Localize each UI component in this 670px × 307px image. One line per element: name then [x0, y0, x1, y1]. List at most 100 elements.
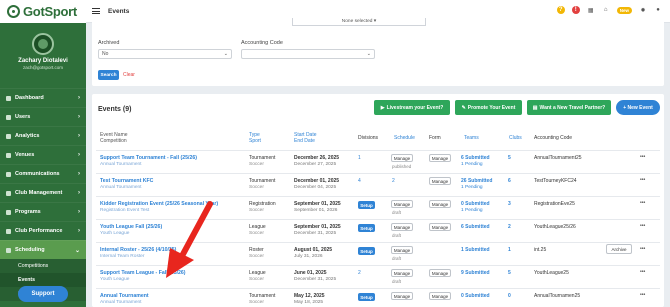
form-manage-button[interactable]: Manage [429, 223, 451, 231]
divisions-link[interactable]: 4 [358, 178, 361, 184]
teams-submitted-link[interactable]: 6 Submitted [461, 224, 490, 230]
sidebar-item-dashboard[interactable]: Dashboard › [0, 88, 86, 107]
users-icon [6, 114, 11, 120]
divisions-setup-button[interactable]: Setup [358, 201, 375, 209]
divisions-setup-button[interactable]: Setup [358, 247, 375, 255]
form-manage-button[interactable]: Manage [429, 292, 451, 300]
clubs-link[interactable]: 0 [508, 293, 511, 299]
archived-value: No [102, 51, 109, 57]
teams-submitted-link[interactable]: 1 Submitted [461, 247, 490, 253]
competition-link[interactable]: Annual Tournament [100, 185, 142, 191]
form-manage-button[interactable]: Manage [429, 269, 451, 277]
header-teams[interactable]: Teams [464, 135, 479, 141]
divisions-link[interactable]: 1 [358, 155, 361, 161]
clubs-link[interactable]: 6 [508, 178, 511, 184]
help-icon[interactable]: ? [556, 6, 565, 14]
competition-link[interactable]: Annual Tournament [100, 300, 142, 306]
divisions-setup-button[interactable]: Setup [358, 293, 375, 301]
teams-submitted-link[interactable]: 9 Submitted [461, 270, 490, 276]
teams-pending-link[interactable]: 1 Pending [461, 162, 483, 168]
support-button[interactable]: Support [18, 286, 68, 302]
teams-submitted-link[interactable]: 0 Submitted [461, 201, 490, 207]
gear-icon[interactable]: ✹ [639, 6, 647, 14]
event-name-link[interactable]: Test Tournament KFC [100, 178, 153, 184]
more-actions-icon[interactable]: ••• [640, 223, 645, 229]
schedule-manage-button[interactable]: Manage [391, 292, 413, 300]
sidebar-subitem-events[interactable]: Events [0, 273, 86, 287]
event-name-link[interactable]: Annual Tournament [100, 293, 149, 299]
competition-link[interactable]: Internal Team Roster [100, 254, 144, 260]
more-actions-icon[interactable]: ••• [640, 269, 645, 275]
sidebar-subitem-competitions[interactable]: Competitions [0, 259, 86, 273]
event-name-link[interactable]: Support Team Tournament - Fall (25/26) [100, 155, 197, 161]
teams-pending-link[interactable]: 1 Pending [461, 208, 483, 214]
more-actions-icon[interactable]: ••• [640, 200, 645, 206]
schedule-manage-button[interactable]: Manage [391, 269, 413, 277]
sidebar-item-club-performance[interactable]: Club Performance › [0, 221, 86, 240]
search-button[interactable]: Search [98, 70, 119, 80]
schedule-manage-button[interactable]: Manage [391, 154, 413, 162]
clubs-link[interactable]: 2 [508, 224, 511, 230]
teams-pending-link[interactable]: 1 Pending [461, 185, 483, 191]
sidebar-item-programs[interactable]: Programs › [0, 202, 86, 221]
competition-link[interactable]: Youth League [100, 231, 129, 237]
header-event-name[interactable]: Event Name Competition [100, 132, 128, 144]
schedule-link[interactable]: 2 [392, 178, 395, 184]
more-actions-icon[interactable]: ••• [640, 154, 645, 160]
new-badge[interactable]: New [616, 6, 632, 14]
sidebar-item-club-management[interactable]: Club Management › [0, 183, 86, 202]
archive-button[interactable]: Archive [606, 244, 632, 254]
accounting-code-select[interactable]: ⌄ [241, 49, 375, 59]
user-icon[interactable]: ● [654, 6, 662, 14]
avatar[interactable] [32, 33, 54, 55]
more-actions-icon[interactable]: ••• [640, 177, 645, 183]
competition-link[interactable]: Annual Tournament [100, 162, 142, 168]
competition-link[interactable]: Registration Event Test [100, 208, 149, 214]
sidebar-item-communications[interactable]: Communications › [0, 164, 86, 183]
brand-logo[interactable]: GotSport [0, 0, 86, 23]
form-manage-button[interactable]: Manage [429, 177, 451, 185]
header-dates[interactable]: Start Date End Date [294, 132, 317, 144]
schedule-status: draft [392, 210, 402, 215]
teams-submitted-link[interactable]: 26 Submitted [461, 178, 492, 184]
alert-icon[interactable]: ! [571, 6, 580, 14]
start-date: August 01, 2025 [294, 247, 333, 253]
schedule-manage-button[interactable]: Manage [391, 200, 413, 208]
more-actions-icon[interactable]: ••• [640, 292, 645, 298]
livestream-button[interactable]: ▶ Livestream your Event? [374, 100, 450, 115]
schedule-manage-button[interactable]: Manage [391, 246, 413, 254]
header-type[interactable]: Type Sport [249, 132, 261, 144]
header-clubs[interactable]: Clubs [509, 135, 522, 141]
sidebar-item-scheduling[interactable]: Scheduling ⌄ [0, 240, 86, 259]
video-icon: ▶ [380, 104, 385, 111]
clubs-link[interactable]: 5 [508, 270, 511, 276]
clubs-link[interactable]: 5 [508, 155, 511, 161]
promote-event-button[interactable]: ✎ Promote Your Event [455, 100, 522, 115]
divisions-link[interactable]: 2 [358, 270, 361, 276]
schedule-manage-button[interactable]: Manage [391, 223, 413, 231]
teams-submitted-link[interactable]: 6 Submitted [461, 155, 490, 161]
clear-link[interactable]: Clear [123, 72, 135, 78]
menu-icon[interactable] [92, 8, 100, 14]
multi-select-dropdown[interactable]: None selected ▾ [292, 18, 426, 26]
competition-link[interactable]: Youth League [100, 277, 129, 283]
cart-icon[interactable]: ⌂ [602, 6, 610, 14]
new-event-button[interactable]: + New Event [616, 100, 660, 115]
more-actions-icon[interactable]: ••• [640, 246, 645, 252]
travel-partner-button[interactable]: ▤ Want a New Travel Partner? [527, 100, 611, 115]
form-manage-button[interactable]: Manage [429, 154, 451, 162]
header-schedule[interactable]: Schedule [394, 135, 415, 141]
sidebar-item-users[interactable]: Users › [0, 107, 86, 126]
form-manage-button[interactable]: Manage [429, 200, 451, 208]
teams-submitted-link[interactable]: 0 Submitted [461, 293, 490, 299]
clubs-link[interactable]: 3 [508, 201, 511, 207]
archived-select[interactable]: No ⌄ [98, 49, 232, 59]
event-name-link[interactable]: Youth League Fall (25/26) [100, 224, 162, 230]
annotation-arrow-icon [166, 201, 213, 278]
header-divisions: Divisions [358, 135, 379, 141]
sidebar-item-analytics[interactable]: Analytics › [0, 126, 86, 145]
grid-icon[interactable]: ▦ [587, 6, 595, 14]
sidebar-item-venues[interactable]: Venues › [0, 145, 86, 164]
divisions-setup-button[interactable]: Setup [358, 224, 375, 232]
clubs-link[interactable]: 1 [508, 247, 511, 253]
